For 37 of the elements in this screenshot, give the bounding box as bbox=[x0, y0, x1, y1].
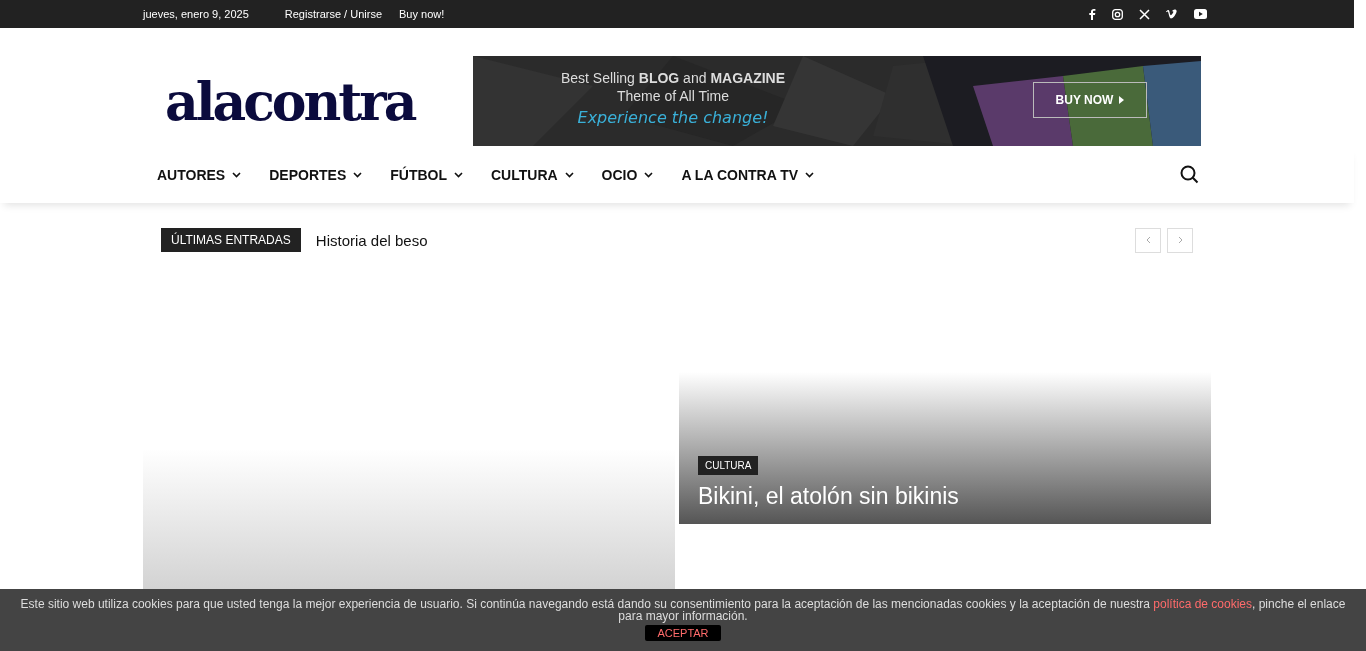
category-tag[interactable]: CULTURA bbox=[698, 456, 759, 475]
ticker-headline[interactable]: Historia del beso bbox=[315, 231, 428, 249]
top-link[interactable]: Buy now! bbox=[399, 8, 445, 20]
chevron-down-icon bbox=[805, 171, 815, 178]
post-title[interactable]: Bikini, el atolón sin bikinis bbox=[698, 483, 959, 510]
nav-item[interactable]: A LA CONTRA TV bbox=[681, 166, 815, 183]
top-link[interactable]: Registrarse / Unirse bbox=[284, 8, 382, 20]
facebook-icon[interactable] bbox=[1088, 8, 1096, 20]
chevron-down-icon bbox=[454, 171, 463, 178]
caret-icon bbox=[1119, 96, 1125, 104]
featured-post-card[interactable]: CULTURA Bikini, el atolón sin bikinis bbox=[679, 372, 1211, 524]
chevron-down-icon bbox=[644, 171, 654, 178]
buy-now-button[interactable]: BUY NOW bbox=[1033, 82, 1147, 118]
chevron-left-icon bbox=[1145, 236, 1151, 244]
site-logo[interactable]: alacontra bbox=[165, 70, 473, 132]
vimeo-icon[interactable] bbox=[1166, 9, 1178, 19]
chevron-down-icon bbox=[564, 171, 574, 178]
banner-headline: Best Selling BLOG and MAGAZINE bbox=[559, 70, 787, 86]
nav-item[interactable]: DEPORTES bbox=[269, 166, 363, 183]
nav-item[interactable]: FÚTBOL bbox=[390, 166, 463, 183]
instagram-icon[interactable] bbox=[1112, 8, 1123, 20]
accept-button[interactable]: ACEPTAR bbox=[645, 625, 721, 641]
nav-item[interactable]: AUTORES bbox=[157, 166, 242, 183]
latest-posts-label: ÚLTIMAS ENTRADAS bbox=[161, 228, 301, 252]
banner-tagline: Experience the change! bbox=[577, 108, 769, 127]
cookie-notice-text: Este sitio web utiliza cookies para que usted tenga la mejor experiencia de usuario. Si continúa navegando está dando su consentimiento para la aceptación de las mencionadas cookies y la aceptación de nuestra política de cookies, pinche el enlace para mayor información. bbox=[19, 598, 1347, 622]
chevron-down-icon bbox=[232, 171, 242, 178]
ad-banner[interactable]: Best Selling BLOG and MAGAZINE Theme of All Time Experience the change! BUY NOW bbox=[473, 56, 1201, 146]
nav-item[interactable]: CULTURA bbox=[491, 166, 574, 183]
nav-item[interactable]: OCIO bbox=[601, 166, 654, 183]
youtube-icon[interactable] bbox=[1194, 9, 1207, 19]
banner-subline: Theme of All Time bbox=[615, 88, 730, 104]
chevron-down-icon bbox=[353, 171, 363, 178]
x-icon[interactable] bbox=[1139, 8, 1150, 20]
date-text: jueves, enero 9, 2025 bbox=[143, 8, 249, 20]
search-icon[interactable] bbox=[1180, 165, 1199, 184]
chevron-right-icon bbox=[1177, 236, 1183, 244]
